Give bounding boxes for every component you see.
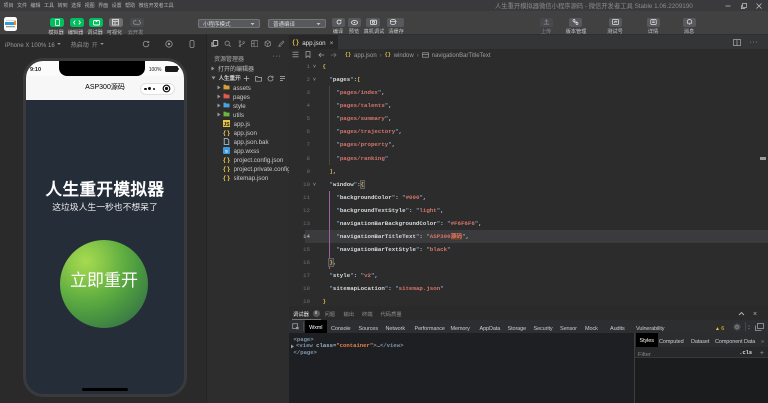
svg-text:{}: {}	[223, 156, 230, 162]
svg-text:{}: {}	[223, 129, 230, 135]
svg-text:S: S	[225, 148, 228, 153]
svg-text:{}: {}	[223, 165, 230, 171]
svg-text:{}: {}	[223, 174, 230, 180]
svg-text:JS: JS	[223, 121, 230, 126]
